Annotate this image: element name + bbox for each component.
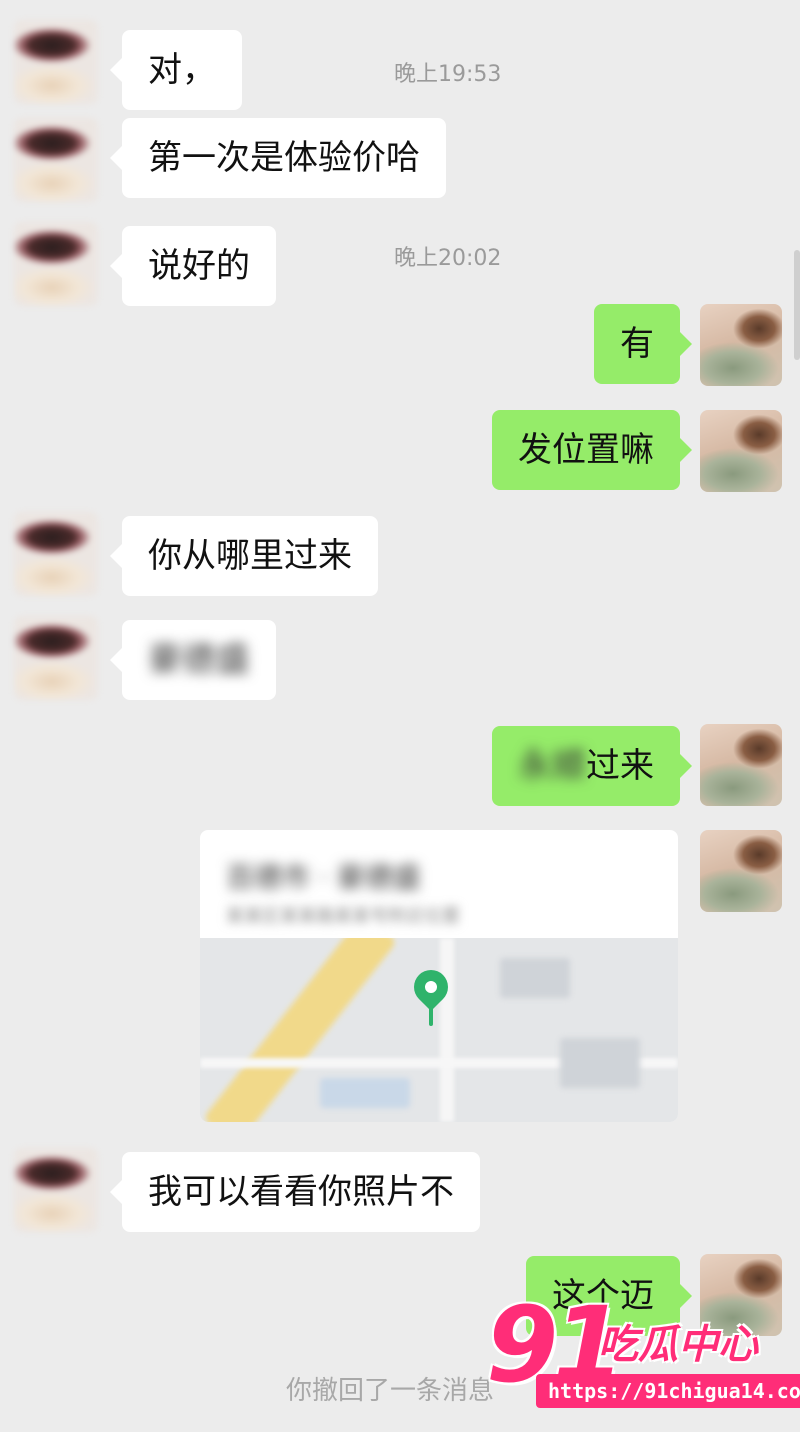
map-block [560, 1038, 640, 1088]
map-block [500, 958, 570, 998]
watermark-text: 吃瓜中心 [598, 1322, 758, 1368]
message-bubble[interactable]: 我可以看看你照片不 [110, 1152, 480, 1232]
message-timestamp: 晚上19:53 [394, 62, 502, 87]
message-bubble[interactable]: 对， [110, 30, 242, 110]
message-bubble[interactable]: 你从哪里过来 [110, 516, 378, 596]
scrollbar[interactable] [794, 250, 800, 360]
map-road [440, 938, 454, 1122]
blurred-text: 豪德盛 [148, 640, 250, 680]
location-title: 百德市 · 豪德盛 [226, 861, 421, 894]
recall-notice: 你撤回了一条消息 [286, 1376, 495, 1406]
location-card[interactable]: 百德市 · 豪德盛 某某区某某路某某号附近位置 [200, 830, 678, 1122]
message-timestamp: 晚上20:02 [394, 246, 502, 271]
watermark-logo: 91 吃瓜中心 https://91chigua14.com [486, 1290, 800, 1420]
contact-avatar[interactable] [14, 1148, 98, 1232]
contact-avatar[interactable] [14, 222, 98, 306]
map-block [320, 1078, 410, 1108]
my-avatar[interactable] [700, 724, 782, 806]
blurred-text: 永顺 [518, 746, 586, 786]
message-bubble[interactable]: 说好的 [110, 226, 276, 306]
my-avatar[interactable] [700, 304, 782, 386]
message-bubble[interactable]: 永顺过来 [492, 726, 692, 806]
map-preview[interactable] [200, 938, 678, 1122]
my-avatar[interactable] [700, 830, 782, 912]
message-bubble[interactable]: 第一次是体验价哈 [110, 118, 446, 198]
my-avatar[interactable] [700, 410, 782, 492]
message-text: 过来 [586, 746, 654, 786]
location-address: 某某区某某路某某号附近位置 [226, 906, 460, 927]
contact-avatar[interactable] [14, 512, 98, 596]
watermark-url: https://91chigua14.com [536, 1374, 800, 1408]
contact-avatar[interactable] [14, 20, 98, 104]
message-bubble[interactable]: 豪德盛 [110, 620, 276, 700]
message-bubble[interactable]: 发位置嘛 [492, 410, 692, 490]
contact-avatar[interactable] [14, 616, 98, 700]
map-pin-stem [429, 1006, 433, 1026]
message-bubble[interactable]: 有 [594, 304, 692, 384]
contact-avatar[interactable] [14, 118, 98, 202]
